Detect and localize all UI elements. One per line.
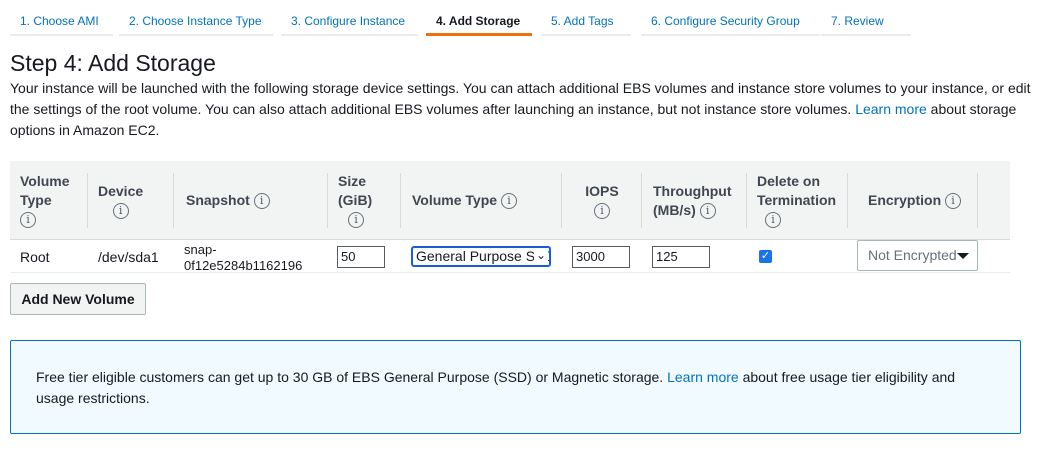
col-device: Device i	[88, 161, 174, 240]
col-size-line1: Size	[338, 173, 367, 189]
snapshot-id-part2: 0f12e5284b1162196	[184, 257, 303, 273]
col-snapshot-label: Snapshot	[186, 192, 250, 208]
alert-message: Free tier eligible customers can get up …	[36, 367, 996, 409]
cell-ebs-volume-type: General Purpose SSD (gp3) ⌄	[411, 240, 551, 273]
info-icon[interactable]: i	[945, 192, 962, 209]
tab-choose-instance-type[interactable]: 2. Choose Instance Type	[119, 8, 273, 36]
col-iops: IOPS i	[562, 161, 642, 240]
col-volume-type: Volume Type i	[10, 161, 88, 240]
info-icon[interactable]: i	[699, 202, 716, 219]
add-new-volume-button[interactable]: Add New Volume	[10, 283, 146, 315]
storage-table: Volume Type i Device i Snapshot i Size (…	[10, 161, 1010, 273]
snapshot-id-part1: snap-	[184, 241, 217, 257]
cell-throughput	[652, 240, 710, 273]
info-icon[interactable]: i	[253, 192, 270, 209]
col-encryption: Encryption i	[848, 161, 978, 240]
table-header: Volume Type i Device i Snapshot i Size (…	[10, 161, 1010, 240]
alert-text: Free tier eligible customers can get up …	[36, 369, 664, 385]
learn-more-storage-link[interactable]: Learn more	[855, 101, 927, 117]
cell-iops	[572, 240, 630, 273]
info-icon[interactable]: i	[112, 202, 129, 219]
tab-configure-security-group[interactable]: 6. Configure Security Group	[641, 8, 820, 36]
chevron-down-icon: ⌄	[534, 248, 548, 264]
info-icon[interactable]: i	[20, 212, 36, 229]
col-throughput: Throughput (MB/s) i	[642, 161, 747, 240]
encryption-select[interactable]: Not Encrypted	[857, 240, 978, 271]
delete-on-termination-checkbox[interactable]: ✓	[759, 250, 772, 263]
info-icon[interactable]: i	[594, 202, 610, 219]
tab-review[interactable]: 7. Review	[821, 8, 911, 36]
col-size: Size (GiB) i	[328, 161, 401, 240]
throughput-input[interactable]	[652, 245, 710, 268]
encryption-selected: Not Encrypted	[868, 247, 957, 263]
cell-device: /dev/sda1	[98, 248, 159, 265]
col-encryption-label: Encryption	[868, 192, 942, 208]
col-size-line2: (GiB)	[338, 192, 373, 208]
col-snapshot: Snapshot i	[174, 161, 328, 240]
col-ebs-volume-type: Volume Type i	[401, 161, 562, 240]
col-delete-line1: Delete on	[757, 173, 821, 189]
tab-add-storage[interactable]: 4. Add Storage	[426, 8, 532, 36]
table-row: Root /dev/sda1 snap- 0f12e5284b1162196 G…	[10, 240, 1010, 273]
iops-input[interactable]	[572, 245, 630, 268]
col-device-label: Device	[98, 182, 144, 199]
cell-volume-type: Root	[20, 248, 50, 265]
info-icon[interactable]: i	[765, 212, 781, 229]
cell-encryption: Not Encrypted	[857, 239, 978, 272]
col-delete-on-termination: Delete on Termination i	[747, 161, 848, 240]
tab-choose-ami[interactable]: 1. Choose AMI	[10, 8, 113, 36]
learn-more-free-tier-link[interactable]: Learn more	[667, 369, 739, 385]
volume-type-select[interactable]: General Purpose SSD (gp3) ⌄	[411, 246, 551, 267]
col-throughput-line1: Throughput	[653, 182, 732, 199]
info-icon[interactable]: i	[348, 212, 364, 229]
free-tier-info-alert: Free tier eligible customers can get up …	[10, 340, 1021, 434]
col-delete-line2: Termination	[757, 192, 837, 208]
intro-text: Your instance will be launched with the …	[10, 78, 1045, 141]
wizard-tabs: 1. Choose AMI 2. Choose Instance Type 3.…	[0, 0, 1055, 36]
tab-add-tags[interactable]: 5. Add Tags	[541, 8, 631, 36]
col-ebs-volume-type-label: Volume Type	[412, 192, 498, 208]
info-icon[interactable]: i	[500, 192, 517, 209]
size-input[interactable]	[337, 245, 385, 268]
page-title: Step 4: Add Storage	[10, 50, 216, 76]
tab-configure-instance[interactable]: 3. Configure Instance	[281, 8, 418, 36]
col-volume-type-line1: Volume	[20, 173, 70, 189]
cell-delete-on-termination: ✓	[759, 240, 772, 273]
caret-down-icon	[957, 253, 969, 259]
col-iops-label: IOPS	[585, 182, 619, 199]
col-volume-type-line2: Type	[20, 192, 52, 208]
cell-size	[337, 240, 385, 273]
col-throughput-line2: (MB/s) i	[653, 201, 732, 220]
cell-snapshot: snap- 0f12e5284b1162196	[184, 240, 302, 273]
volume-type-selected: General Purpose SSD (gp3)	[416, 248, 549, 264]
